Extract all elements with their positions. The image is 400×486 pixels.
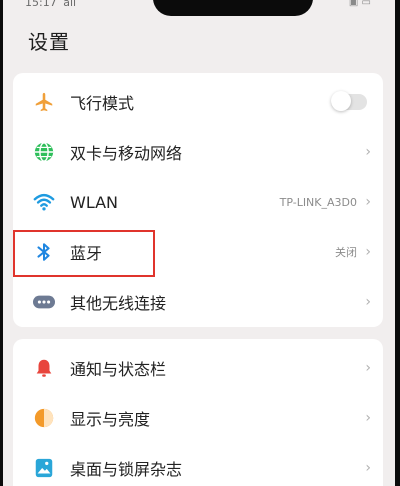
bell-icon (33, 357, 55, 379)
settings-item-home-lock-magazine[interactable]: 桌面与锁屏杂志 › (13, 443, 383, 486)
chevron-right-icon: › (365, 144, 371, 160)
wifi-icon (33, 191, 55, 213)
status-time: 15:17 all (25, 0, 76, 9)
settings-item-label: 双卡与移动网络 (70, 144, 183, 163)
settings-screen: 15:17 all ▣ ▭ 设置 飞行模式 双卡与移动网络 › WLAN TP-… (3, 0, 395, 486)
settings-item-display-brightness[interactable]: 显示与亮度 › (13, 393, 383, 443)
chevron-right-icon: › (365, 294, 371, 310)
settings-item-label: 通知与状态栏 (70, 360, 167, 379)
page-title: 设置 (28, 30, 70, 54)
status-time-text: 15:17 (25, 0, 57, 9)
settings-item-label: WLAN (70, 192, 119, 212)
chevron-right-icon: › (365, 244, 371, 260)
settings-item-label: 显示与亮度 (70, 410, 151, 429)
status-right-icons: ▣ ▭ (348, 0, 371, 8)
settings-item-dual-sim-network[interactable]: 双卡与移动网络 › (13, 127, 383, 177)
camera-notch (153, 0, 313, 16)
settings-item-wlan[interactable]: WLAN TP-LINK_A3D0 › (13, 177, 383, 227)
settings-item-label: 桌面与锁屏杂志 (70, 460, 183, 479)
chevron-right-icon: › (365, 410, 371, 426)
brightness-icon (33, 407, 55, 429)
airplane-mode-toggle[interactable] (331, 91, 367, 111)
bluetooth-highlight-box (13, 230, 155, 277)
bluetooth-status: 关闭 (335, 246, 357, 259)
chevron-right-icon: › (365, 360, 371, 376)
settings-item-label: 其他无线连接 (70, 294, 167, 313)
chevron-right-icon: › (365, 460, 371, 476)
wallpaper-icon (33, 457, 55, 479)
toggle-knob (331, 91, 351, 111)
globe-icon (33, 141, 55, 163)
settings-item-other-wireless[interactable]: 其他无线连接 › (13, 277, 383, 327)
settings-item-notifications[interactable]: 通知与状态栏 › (13, 343, 383, 393)
wlan-network-name: TP-LINK_A3D0 (279, 195, 357, 209)
chevron-right-icon: › (365, 194, 371, 210)
display-card: 通知与状态栏 › 显示与亮度 › 桌面与锁屏杂志 › (13, 339, 383, 486)
airplane-icon (33, 91, 55, 113)
settings-item-airplane-mode[interactable]: 飞行模式 (13, 77, 383, 127)
connections-card: 飞行模式 双卡与移动网络 › WLAN TP-LINK_A3D0 › 蓝牙 关闭… (13, 73, 383, 327)
settings-item-label: 飞行模式 (70, 94, 135, 113)
signal-icon: all (63, 0, 77, 9)
more-connections-icon (33, 291, 55, 313)
